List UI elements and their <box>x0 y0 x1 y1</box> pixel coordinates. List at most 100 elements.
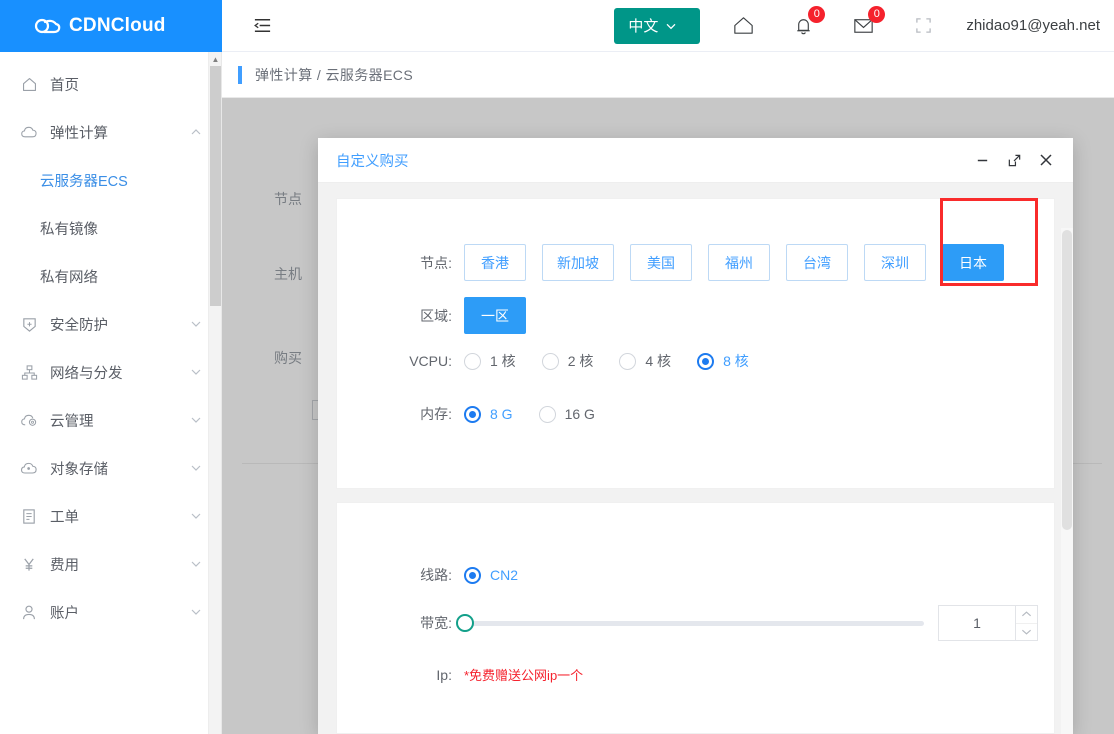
ip-note: *免费赠送公网ip一个 <box>464 668 584 683</box>
sidebar-item-private-network[interactable]: 私有网络 <box>0 252 221 300</box>
user-icon <box>18 601 40 623</box>
sidebar-item-object-storage[interactable]: 对象存储 <box>0 444 221 492</box>
maximize-icon[interactable] <box>999 145 1029 175</box>
node-option-fuzhou[interactable]: 福州 <box>708 244 770 281</box>
home-button[interactable] <box>726 9 760 43</box>
vcpu-radio-2[interactable]: 2 核 <box>541 351 593 371</box>
node-option-shenzhen[interactable]: 深圳 <box>864 244 926 281</box>
sidebar-item-account[interactable]: 账户 <box>0 588 221 636</box>
node-option-taiwan[interactable]: 台湾 <box>786 244 848 281</box>
sidebar-item-billing[interactable]: 费用 <box>0 540 221 588</box>
messages-button[interactable]: 0 <box>846 5 886 43</box>
node-option-hongkong[interactable]: 香港 <box>464 244 526 281</box>
sidebar-item-label: 网络与分发 <box>50 365 123 382</box>
radio-dot <box>697 352 715 370</box>
memory-label: 内存: <box>420 406 452 422</box>
chevron-down-icon <box>665 20 677 32</box>
brand-name: CDNCloud <box>69 15 166 36</box>
message-badge: 0 <box>868 5 886 23</box>
chevron-down-icon[interactable] <box>189 413 203 427</box>
chevron-down-icon[interactable] <box>189 557 203 571</box>
top-header: 中文 0 0 zhidao91@yeah.net <box>222 0 1114 52</box>
notification-badge: 0 <box>808 5 826 23</box>
vcpu-row: VCPU: 1 核 2 核 4 核 8 核 <box>337 351 1054 371</box>
cloud-compute-icon <box>18 121 40 143</box>
chevron-up-icon[interactable] <box>1016 606 1037 624</box>
sidebar-item-label: 费用 <box>50 557 79 574</box>
shield-icon <box>18 313 40 335</box>
sidebar: CDNCloud 首页 弹性计算 云服务器ECS 私有镜像 私有网络 安全防护 … <box>0 0 222 734</box>
node-row: 节点: 香港 新加坡 美国 福州 台湾 深圳 日本 <box>337 244 1054 281</box>
sidebar-item-home[interactable]: 首页 <box>0 60 221 108</box>
language-label: 中文 <box>628 18 659 35</box>
chevron-down-icon[interactable] <box>189 461 203 475</box>
chevron-down-icon[interactable] <box>189 605 203 619</box>
sidebar-item-label: 对象存储 <box>50 461 108 478</box>
language-switch-button[interactable]: 中文 <box>614 7 701 44</box>
sidebar-item-tickets[interactable]: 工单 <box>0 492 221 540</box>
node-label: 节点: <box>420 254 452 271</box>
memory-row: 内存: 8 G 16 G <box>337 404 1054 424</box>
zone-label: 区域: <box>420 307 452 324</box>
ip-label: Ip: <box>436 666 452 683</box>
bandwidth-slider[interactable] <box>456 613 924 632</box>
sidebar-item-label: 工单 <box>50 509 79 526</box>
zone-option-one[interactable]: 一区 <box>464 297 526 334</box>
close-icon[interactable] <box>1031 145 1061 175</box>
ticket-icon <box>18 505 40 527</box>
breadcrumb-accent-bar <box>238 65 242 84</box>
bandwidth-input[interactable]: 1 <box>938 605 1016 641</box>
chevron-down-icon[interactable] <box>189 365 203 379</box>
node-option-japan[interactable]: 日本 <box>942 244 1004 281</box>
object-storage-icon <box>18 457 40 479</box>
dialog-scrollbar-thumb[interactable] <box>1062 230 1072 530</box>
minimize-icon[interactable] <box>967 145 997 175</box>
dialog-title: 自定义购买 <box>336 153 409 170</box>
radio-dot <box>464 352 481 370</box>
radio-dot <box>538 405 556 423</box>
sidebar-item-elastic-compute[interactable]: 弹性计算 <box>0 108 221 156</box>
radio-dot <box>619 352 637 370</box>
ip-row: Ip: *免费赠送公网ip一个 <box>337 665 1054 684</box>
memory-radio-8g[interactable]: 8 G <box>464 405 513 423</box>
sidebar-item-label: 弹性计算 <box>50 125 108 142</box>
sidebar-item-private-image[interactable]: 私有镜像 <box>0 204 221 252</box>
fullscreen-icon <box>915 17 932 34</box>
vcpu-radio-4[interactable]: 4 核 <box>619 351 671 371</box>
fullscreen-button[interactable] <box>906 9 940 43</box>
node-option-usa[interactable]: 美国 <box>630 244 692 281</box>
sidebar-scrollbar-thumb[interactable] <box>210 66 221 306</box>
network-panel: 线路: CN2 带宽: 1 Ip: *免费赠送公网ip一个 <box>336 502 1055 734</box>
chevron-up-icon[interactable] <box>189 125 203 139</box>
sidebar-item-label: 安全防护 <box>50 317 108 334</box>
menu-collapse-icon[interactable] <box>250 14 274 38</box>
dialog-scrollbar[interactable] <box>1061 228 1073 734</box>
scroll-up-arrow-icon[interactable]: ▲ <box>209 52 222 66</box>
sidebar-item-security[interactable]: 安全防护 <box>0 300 221 348</box>
node-option-singapore[interactable]: 新加坡 <box>542 244 614 281</box>
chevron-down-icon[interactable] <box>189 317 203 331</box>
user-email-label[interactable]: zhidao91@yeah.net <box>966 17 1100 34</box>
notifications-button[interactable]: 0 <box>786 5 826 43</box>
memory-radio-16g[interactable]: 16 G <box>538 405 595 423</box>
sidebar-item-network-delivery[interactable]: 网络与分发 <box>0 348 221 396</box>
bandwidth-label: 带宽: <box>420 615 452 631</box>
sidebar-item-label: 云管理 <box>50 413 94 430</box>
vcpu-radio-1[interactable]: 1 核 <box>464 351 516 371</box>
sidebar-scrollbar[interactable]: ▲ <box>208 52 221 734</box>
sidebar-item-cloud-management[interactable]: 云管理 <box>0 396 221 444</box>
sidebar-item-ecs[interactable]: 云服务器ECS <box>0 156 221 204</box>
bandwidth-slider-thumb[interactable] <box>456 613 474 632</box>
cloud-gear-icon <box>18 409 40 431</box>
vcpu-radio-8[interactable]: 8 核 <box>697 351 749 371</box>
chevron-down-icon[interactable] <box>1016 624 1037 641</box>
chevron-down-icon[interactable] <box>189 509 203 523</box>
custom-purchase-dialog: 自定义购买 节点: 香港 新加坡 美国 福州 台湾 深圳 日本 区域: 一区 V… <box>318 138 1073 734</box>
sidebar-item-label: 首页 <box>50 77 79 94</box>
home-icon <box>18 73 40 95</box>
line-label: 线路: <box>420 567 452 583</box>
bandwidth-row: 带宽: 1 <box>337 605 1054 641</box>
line-radio-cn2[interactable]: CN2 <box>464 566 518 584</box>
brand-logo[interactable]: CDNCloud <box>0 0 222 52</box>
vcpu-label: VCPU: <box>409 353 452 369</box>
